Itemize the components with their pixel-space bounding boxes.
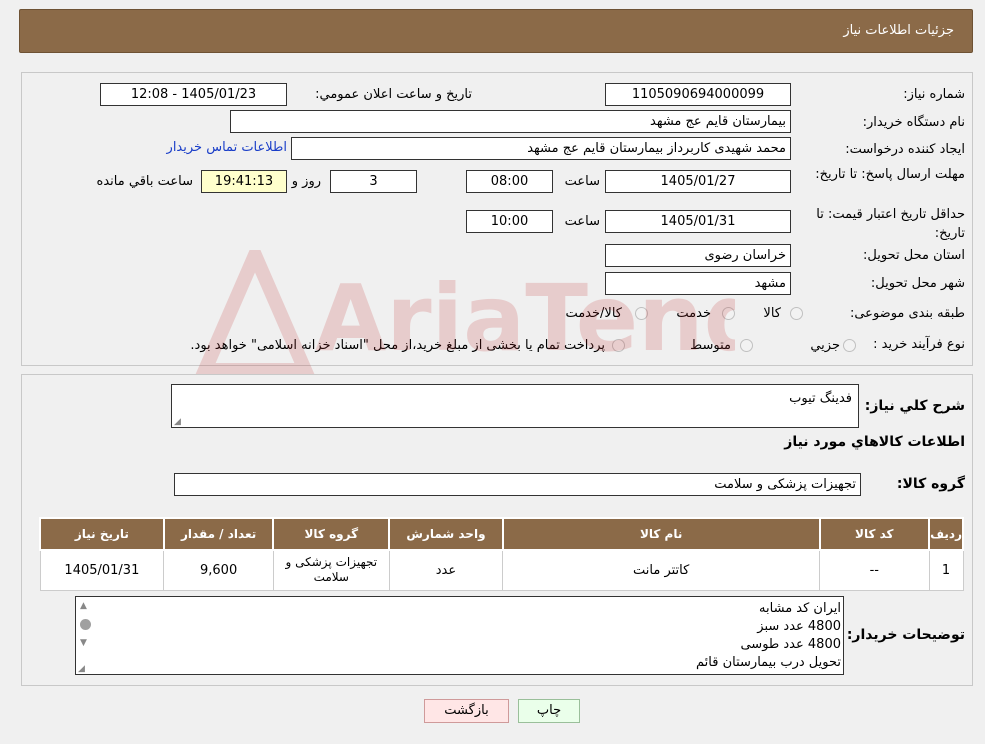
col-row: رديف [928, 517, 964, 551]
city-field[interactable]: مشهد [605, 272, 791, 295]
contact-buyer-link[interactable]: اطلاعات تماس خريدار [167, 140, 287, 155]
notes-line-1: ایران کد مشابه [759, 601, 841, 616]
scroll-thumb-icon[interactable] [80, 619, 91, 630]
creator-field[interactable]: محمد شهیدی کاربرداز بیمارستان قایم عج مش… [291, 137, 791, 160]
validity-date-field[interactable]: 1405/01/31 [605, 210, 791, 233]
city-label: شهر محل تحویل: [870, 276, 965, 291]
col-name: نام کالا [501, 517, 821, 551]
process-radio-small[interactable] [843, 339, 856, 352]
validity-time-field[interactable]: 10:00 [466, 210, 553, 233]
validity-time-label: ساعت [564, 214, 600, 229]
deadline-date-field[interactable]: 1405/01/27 [605, 170, 791, 193]
remaining-time-field: 19:41:13 [201, 170, 287, 193]
deadline-time-label: ساعت [564, 174, 600, 189]
page-title: جزئیات اطلاعات نیاز [843, 23, 954, 38]
process-radio-medium[interactable] [740, 339, 753, 352]
process-option-medium: متوسط [690, 338, 731, 353]
scroll-up-icon[interactable]: ▲ [80, 601, 87, 611]
cell-group: تجهیزات پزشکی و سلامت [272, 549, 390, 591]
province-label: استان محل تحویل: [863, 248, 965, 263]
announce-field[interactable]: 1405/01/23 - 12:08 [100, 83, 287, 106]
col-qty: تعداد / مقدار [162, 517, 275, 551]
process-option-small: جزیي [810, 338, 840, 353]
notes-line-4: تحویل درب بیمارستان قائم [696, 655, 841, 670]
group-field[interactable]: تجهیزات پزشکی و سلامت [174, 473, 861, 496]
cell-row: 1 [928, 549, 964, 591]
buyer-org-label: نام دستگاه خريدار: [862, 115, 965, 130]
cell-name: کاتتر مانت [502, 549, 820, 591]
notes-scrollbar[interactable]: ▲ ▼ ◢ [76, 597, 94, 674]
notes-line-3: 4800 عدد طوسی [740, 637, 841, 652]
category-option-goods: کالا [763, 306, 781, 321]
category-option-service: خدمت [676, 306, 711, 321]
page-header: جزئیات اطلاعات نیاز [19, 9, 973, 53]
creator-label: ایجاد کننده درخواست: [845, 142, 965, 157]
table-row[interactable]: 1405/01/31 9,600 تجهیزات پزشکی و سلامت ع… [39, 549, 964, 591]
summary-textarea[interactable]: فدینگ تیوب ◢ [171, 384, 859, 428]
goods-section-title: اطلاعات کالاهاي مورد نياز [784, 434, 965, 450]
deadline-time-field[interactable]: 08:00 [466, 170, 553, 193]
summary-text: فدینگ تیوب [789, 391, 852, 406]
validity-label: حداقل تاریخ اعتبار قیمت: تا تاریخ: [816, 207, 965, 241]
notes-line-2: 4800 عدد سبز [757, 619, 841, 634]
back-button[interactable]: بازگشت [424, 699, 509, 723]
days-field[interactable]: 3 [330, 170, 417, 193]
group-label: گروه کالا: [896, 476, 965, 492]
summary-label: شرح کلي نياز: [864, 398, 965, 414]
process-label: نوع فرآیند خرید : [873, 337, 965, 352]
category-option-goods-service: کالا/خدمت [565, 306, 622, 321]
need-number-label: شماره نیاز: [903, 87, 965, 102]
category-radio-goods-service[interactable] [635, 307, 648, 320]
scroll-down-icon[interactable]: ▼ [80, 638, 87, 648]
col-unit: واحد شمارش [388, 517, 504, 551]
announce-label: تاریخ و ساعت اعلان عمومي: [315, 87, 472, 102]
cell-unit: عدد [388, 549, 504, 591]
deadline-label: مهلت ارسال پاسخ: تا تاریخ: [815, 167, 965, 182]
buyer-notes-label: توضيحات خريدار: [846, 627, 965, 643]
remaining-time-label: ساعت باقي مانده [96, 174, 193, 189]
category-label: طبقه بندی موضوعی: [849, 306, 965, 321]
category-radio-goods[interactable] [790, 307, 803, 320]
buyer-org-field[interactable]: بیمارستان قایم عج مشهد [230, 110, 791, 133]
resize-grip-icon[interactable]: ◢ [174, 417, 181, 427]
items-table: تاريخ نياز تعداد / مقدار گروه کالا واحد … [39, 517, 964, 591]
process-radio-treasury[interactable] [612, 339, 625, 352]
province-field[interactable]: خراسان رضوی [605, 244, 791, 267]
process-note: پرداخت تمام یا بخشی از مبلغ خرید،از محل … [190, 338, 605, 353]
cell-need-date: 1405/01/31 [39, 549, 165, 591]
days-label: روز و [291, 174, 321, 189]
col-code: کد کالا [818, 517, 931, 551]
cell-qty: 9,600 [163, 549, 274, 591]
print-button[interactable]: چاپ [518, 699, 580, 723]
cell-code: -- [819, 549, 930, 591]
resize-grip-icon[interactable]: ◢ [78, 664, 85, 674]
table-header-row: تاريخ نياز تعداد / مقدار گروه کالا واحد … [39, 517, 964, 551]
need-number-field[interactable]: 1105090694000099 [605, 83, 791, 106]
col-need-date: تاريخ نياز [39, 517, 165, 551]
category-radio-service[interactable] [722, 307, 735, 320]
col-group: گروه کالا [272, 517, 391, 551]
buyer-notes-textarea[interactable]: ▲ ▼ ◢ ایران کد مشابه 4800 عدد سبز 4800 ع… [75, 596, 844, 675]
